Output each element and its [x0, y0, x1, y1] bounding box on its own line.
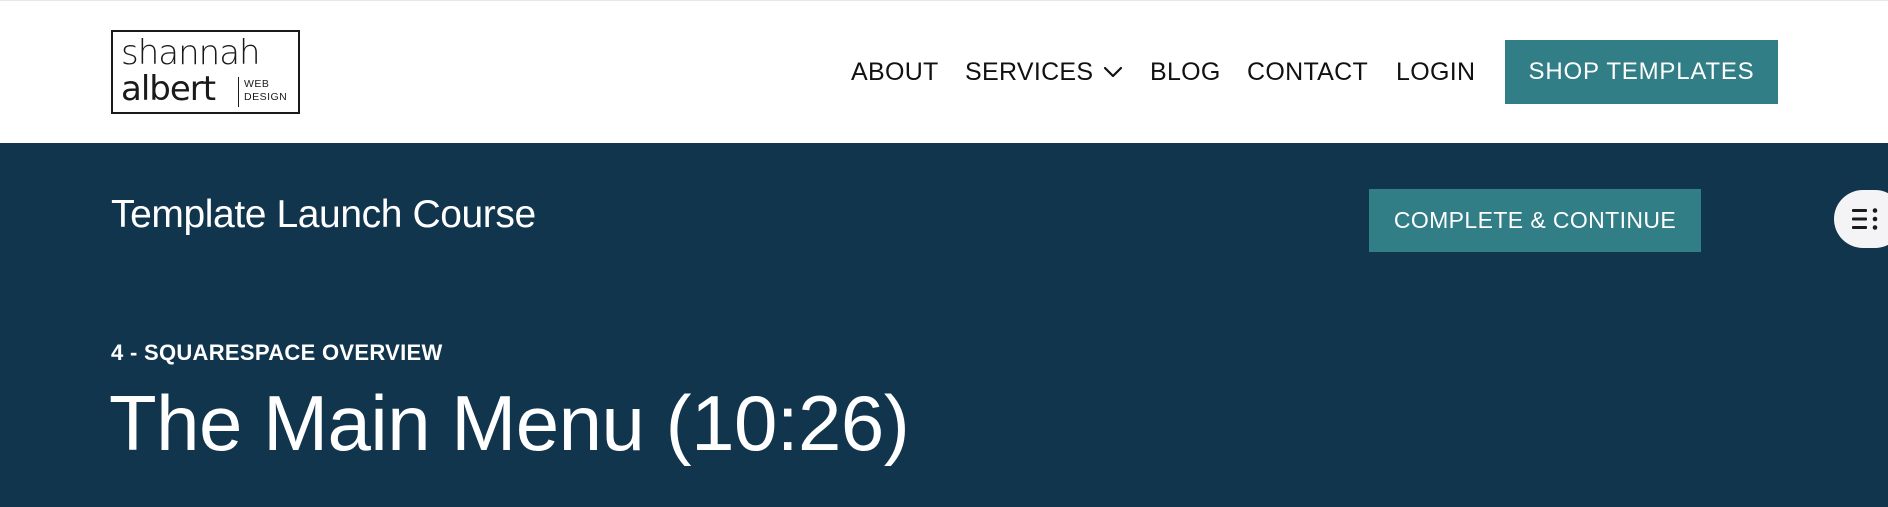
- course-title: Template Launch Course: [111, 193, 536, 236]
- nav-blog[interactable]: BLOG: [1150, 40, 1221, 104]
- course-outline-toggle[interactable]: [1834, 190, 1888, 248]
- section-label: 4 - SQUARESPACE OVERVIEW: [111, 340, 443, 365]
- shop-templates-button[interactable]: SHOP TEMPLATES: [1505, 40, 1778, 104]
- list-outline-icon: [1852, 208, 1878, 230]
- course-hero: Template Launch Course COMPLETE & CONTIN…: [0, 143, 1888, 507]
- nav-about[interactable]: ABOUT: [851, 40, 939, 104]
- nav-services-label: SERVICES: [965, 57, 1094, 86]
- nav-contact[interactable]: CONTACT: [1247, 40, 1368, 104]
- chevron-down-icon: [1104, 66, 1123, 78]
- nav-login[interactable]: LOGIN: [1396, 40, 1475, 104]
- site-header: shannah albert WEB DESIGN ABOUT SERVICES…: [0, 0, 1888, 143]
- complete-continue-button[interactable]: COMPLETE & CONTINUE: [1369, 189, 1701, 252]
- nav-services[interactable]: SERVICES: [965, 40, 1123, 104]
- lesson-title: The Main Menu (10:26): [109, 379, 910, 467]
